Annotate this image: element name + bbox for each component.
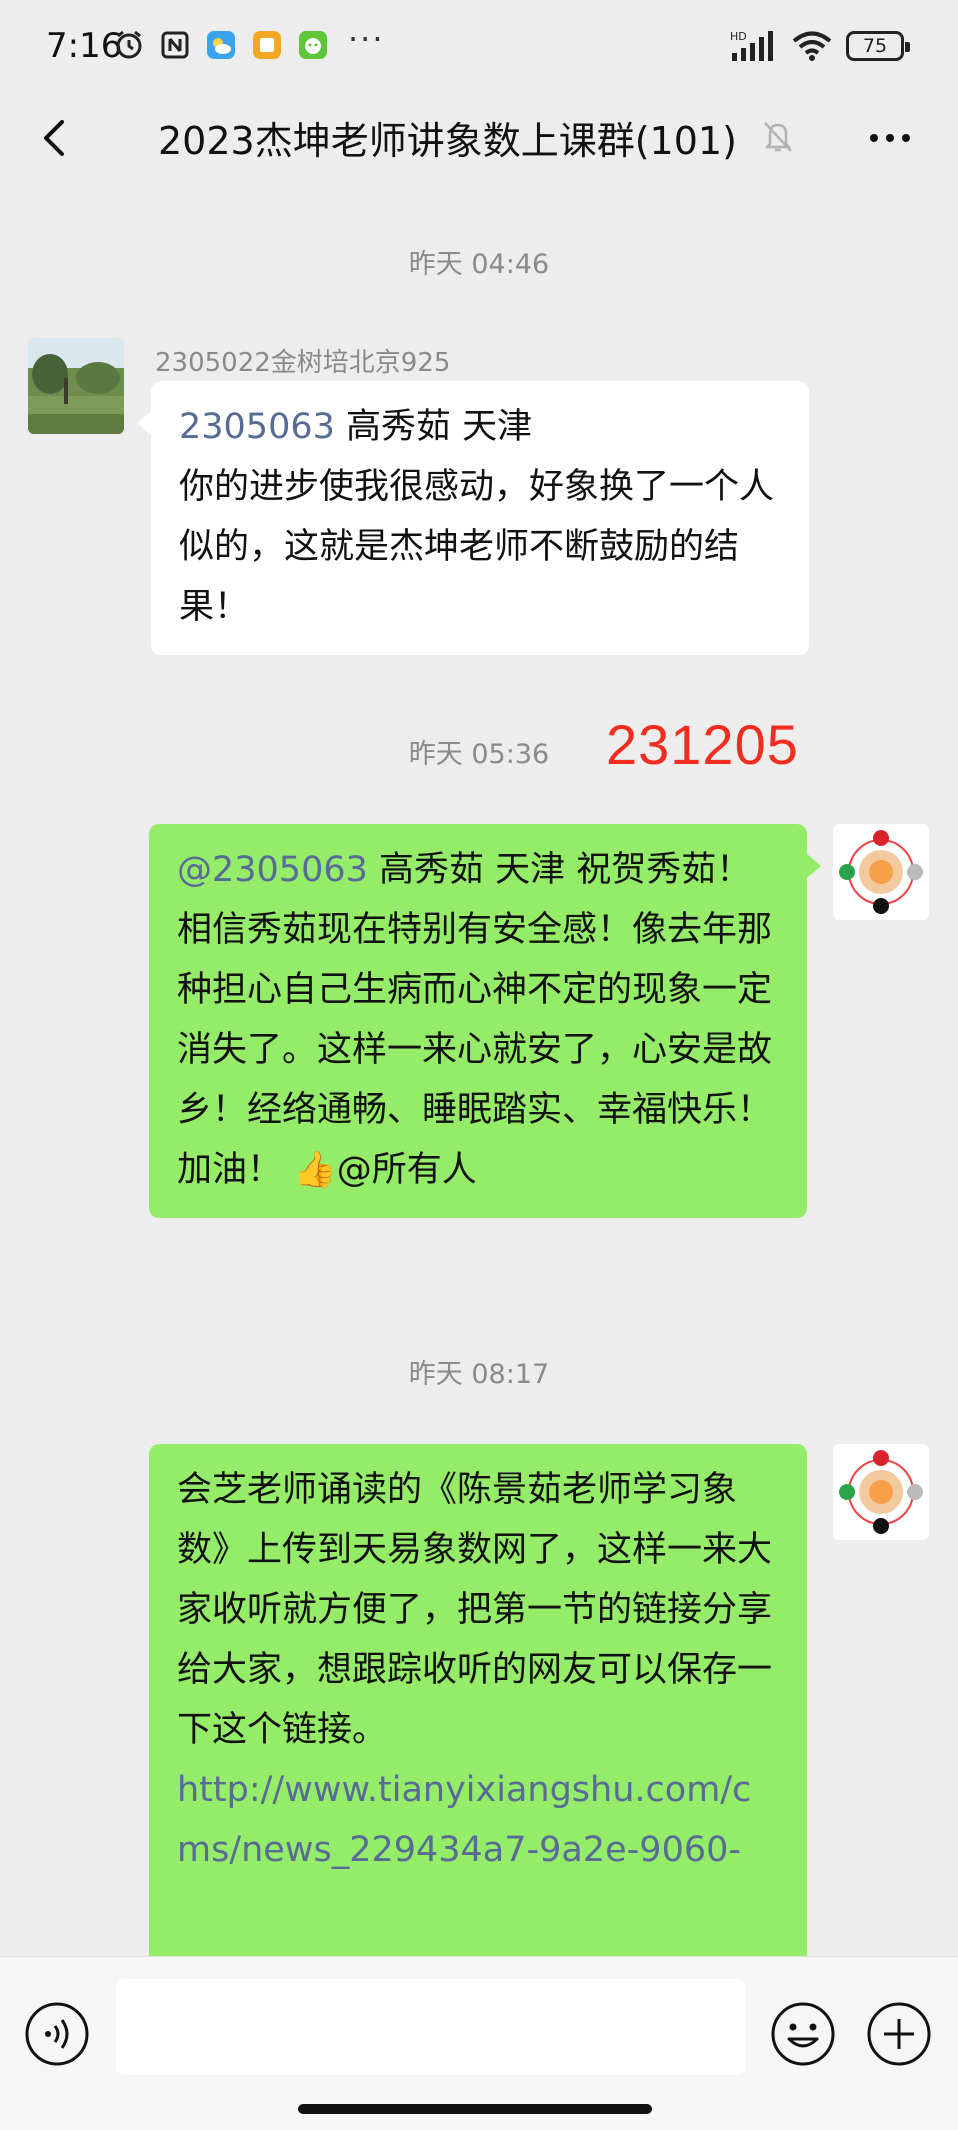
svg-text:HD: HD <box>730 30 747 43</box>
handwritten-annotation: 231205 <box>606 713 799 776</box>
message-text: 高秀茹 天津 祝贺秀茹！相信秀茹现在特别有安全感！像去年那种担心自己生病而心神不… <box>177 850 773 1190</box>
my-avatar[interactable] <box>833 1444 929 1540</box>
message-text: 会芝老师诵读的《陈景茹老师学习象数》上传到天易象数网了，这样一来大家收听就方便了… <box>177 1470 773 1750</box>
message-bubble-incoming[interactable]: 2305063 高秀茹 天津 你的进步使我很感动，好象换了一个人似的，这就是杰坤… <box>137 381 809 655</box>
sender-name: 2305022金树培北京925 <box>155 348 451 378</box>
notes-app-icon <box>253 31 281 59</box>
nfc-icon <box>161 31 189 59</box>
alarm-icon <box>116 30 142 59</box>
weather-app-icon <box>207 31 235 59</box>
wifi-icon <box>792 31 832 61</box>
status-time: 7:16 <box>46 26 123 66</box>
message-bubble-outgoing[interactable]: 会芝老师诵读的《陈景茹老师学习象数》上传到天易象数网了，这样一来大家收听就方便了… <box>149 1444 807 2004</box>
sender-avatar[interactable] <box>28 338 124 434</box>
more-notifications-icon: ··· <box>348 20 385 58</box>
message-input[interactable] <box>116 1979 746 2075</box>
android-app-icon <box>299 31 327 59</box>
chat-header: 2023杰坤老师讲象数上课群(101) <box>0 90 958 186</box>
home-indicator[interactable] <box>298 2104 652 2114</box>
message-timestamp: 昨天 05:36 <box>408 739 550 770</box>
status-bar: 7:16 ··· HD 75 <box>0 0 958 90</box>
mention-link[interactable]: @2305063 <box>177 850 368 890</box>
message-timestamp: 昨天 04:46 <box>408 249 550 280</box>
emoji-button[interactable] <box>770 2001 836 2067</box>
mute-bell-icon <box>764 122 792 152</box>
message-text: @所有人 <box>336 1150 477 1190</box>
back-button[interactable] <box>30 112 82 164</box>
message-text: 高秀茹 天津 <box>334 407 533 447</box>
more-functions-button[interactable] <box>866 2001 932 2067</box>
voice-input-button[interactable] <box>24 2001 90 2067</box>
my-avatar[interactable] <box>833 824 929 920</box>
thumbs-up-emoji: 👍 <box>293 1150 337 1190</box>
message-timestamp: 昨天 08:17 <box>408 1359 550 1390</box>
message-link[interactable]: http://www.tianyixiangshu.com/cms/news_2… <box>177 1770 751 1870</box>
more-options-button[interactable] <box>860 114 920 162</box>
battery-indicator: 75 <box>846 31 910 61</box>
message-text: 你的进步使我很感动，好象换了一个人似的，这就是杰坤老师不断鼓励的结果！ <box>179 467 775 627</box>
mention-link[interactable]: 2305063 <box>179 407 335 447</box>
chat-title[interactable]: 2023杰坤老师讲象数上课群(101) <box>158 110 737 165</box>
message-bubble-outgoing[interactable]: @2305063 高秀茹 天津 祝贺秀茹！相信秀茹现在特别有安全感！像去年那种担… <box>149 824 821 1218</box>
signal-icon: HD <box>730 30 773 61</box>
